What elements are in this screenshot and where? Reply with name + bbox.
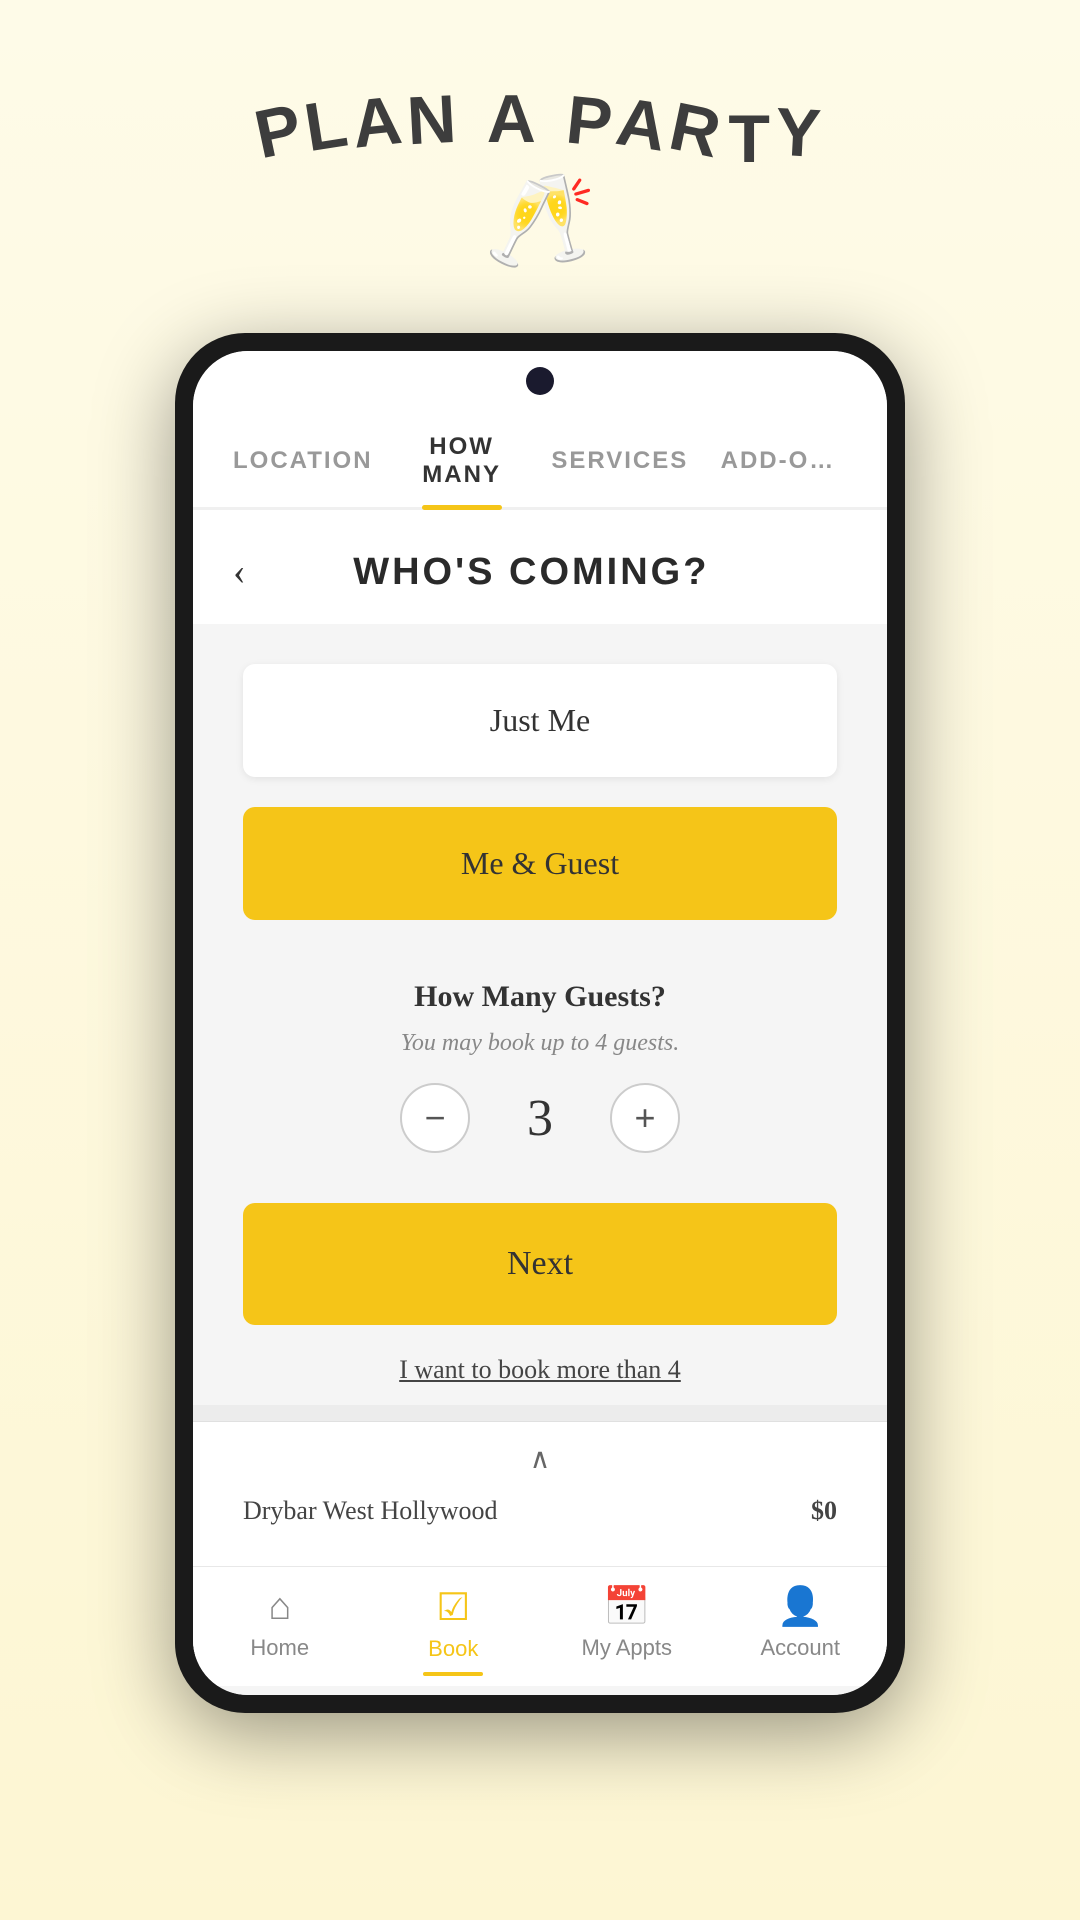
me-and-guest-button[interactable]: Me & Guest <box>243 807 837 920</box>
chevron-up-icon[interactable]: ∧ <box>223 1442 857 1486</box>
nav-item-home[interactable]: ⌂ Home <box>193 1585 367 1676</box>
tab-location[interactable]: LOCATION <box>223 425 383 493</box>
home-icon: ⌂ <box>268 1585 291 1629</box>
page-title: WHO'S COMING? <box>266 551 847 594</box>
price-display: $0 <box>811 1496 837 1526</box>
nav-item-my-appts[interactable]: 📅 My Appts <box>540 1585 714 1676</box>
top-header: PLAN A PARTY 🥂 <box>253 0 828 273</box>
nav-label-home: Home <box>250 1635 309 1661</box>
tab-add-ons[interactable]: ADD-O… <box>699 425 857 493</box>
guest-count: 3 <box>510 1089 570 1148</box>
camera-dot <box>526 367 554 395</box>
just-me-button[interactable]: Just Me <box>243 664 837 777</box>
guests-title: How Many Guests? <box>414 980 666 1014</box>
next-section: Next I want to book more than 4 <box>193 1173 887 1405</box>
my-appts-icon: 📅 <box>603 1585 650 1629</box>
guests-subtitle: You may book up to 4 guests. <box>401 1030 679 1057</box>
bottom-bar: ∧ Drybar West Hollywood $0 <box>193 1421 887 1566</box>
phone-screen: LOCATION HOW MANY SERVICES ADD-O… ‹ WHO'… <box>193 351 887 1695</box>
counter-row: − 3 + <box>400 1083 680 1153</box>
tab-services[interactable]: SERVICES <box>541 425 699 493</box>
increment-button[interactable]: + <box>610 1083 680 1153</box>
options-area: Just Me Me & Guest <box>193 624 887 960</box>
bottom-navigation: ⌂ Home ☑ Book 📅 My Appts 👤 Account <box>193 1566 887 1686</box>
account-icon: 👤 <box>777 1585 824 1629</box>
book-more-link[interactable]: I want to book more than 4 <box>399 1355 681 1385</box>
champagne-glasses-icon: 🥂 <box>484 168 596 273</box>
plan-a-party-title: PLAN A PARTY <box>253 80 828 158</box>
guests-section: How Many Guests? You may book up to 4 gu… <box>193 960 887 1173</box>
page-header: ‹ WHO'S COMING? <box>193 510 887 624</box>
decrement-button[interactable]: − <box>400 1083 470 1153</box>
nav-item-account[interactable]: 👤 Account <box>714 1585 888 1676</box>
phone-top-bar <box>193 351 887 411</box>
nav-label-account: Account <box>761 1635 841 1661</box>
location-name: Drybar West Hollywood <box>243 1496 498 1526</box>
tab-how-many[interactable]: HOW MANY <box>383 411 541 507</box>
nav-label-book: Book <box>428 1636 478 1662</box>
section-divider <box>193 1405 887 1421</box>
phone-frame: LOCATION HOW MANY SERVICES ADD-O… ‹ WHO'… <box>175 333 905 1713</box>
tab-navigation: LOCATION HOW MANY SERVICES ADD-O… <box>193 411 887 510</box>
back-button[interactable]: ‹ <box>233 550 246 594</box>
main-content: ‹ WHO'S COMING? Just Me Me & Guest How M… <box>193 510 887 1695</box>
nav-active-indicator <box>423 1672 483 1676</box>
next-button[interactable]: Next <box>243 1203 837 1325</box>
location-row: Drybar West Hollywood $0 <box>223 1486 857 1546</box>
book-icon: ☑ <box>436 1585 470 1630</box>
nav-item-book[interactable]: ☑ Book <box>367 1585 541 1676</box>
nav-label-my-appts: My Appts <box>582 1635 672 1661</box>
